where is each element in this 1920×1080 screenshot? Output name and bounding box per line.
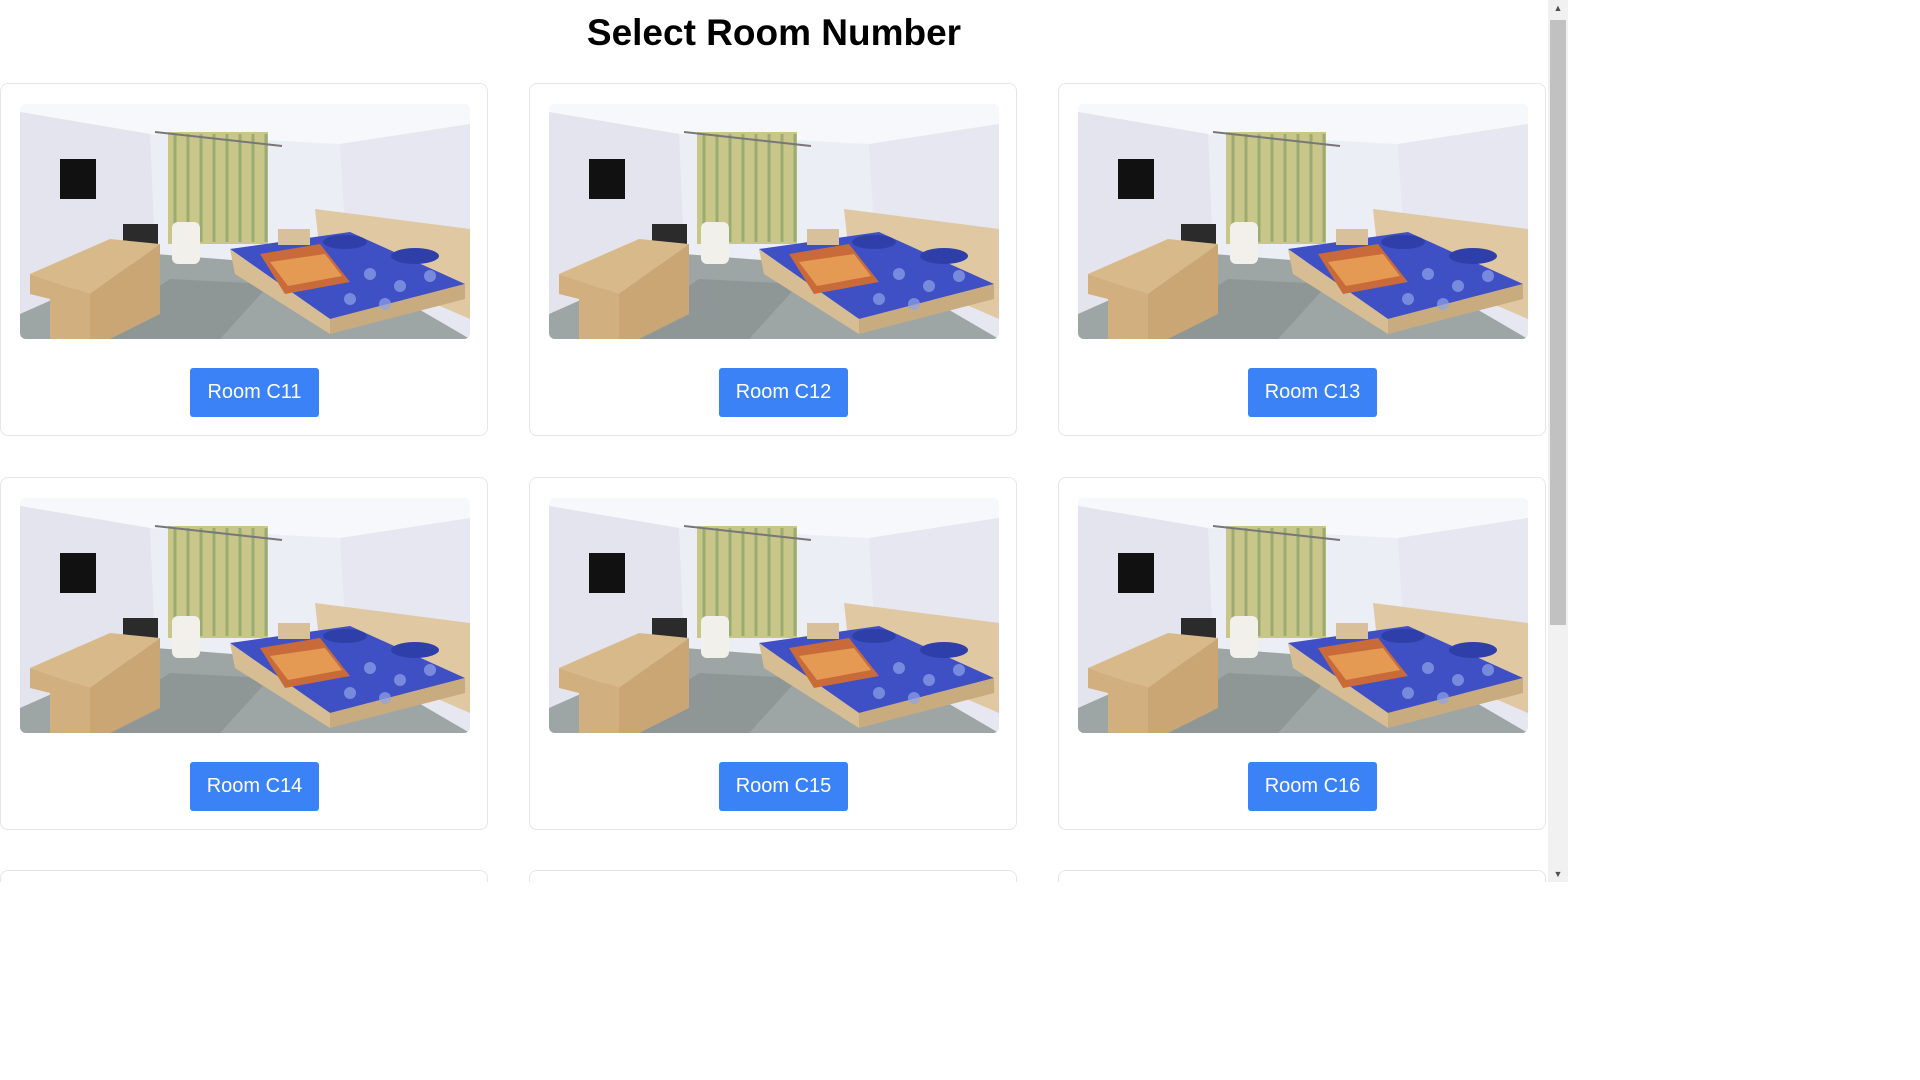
- room-card-partial: [0, 870, 488, 882]
- room-card: Room C16: [1058, 477, 1546, 830]
- room-photo: [549, 104, 999, 339]
- page-title: Select Room Number: [586, 12, 962, 53]
- scroll-up-arrow-icon[interactable]: ▲: [1548, 0, 1568, 16]
- room-photo: [1078, 498, 1528, 733]
- room-card: Room C12: [529, 83, 1017, 436]
- room-c14-button[interactable]: Room C14: [190, 762, 319, 811]
- room-card: Room C11: [0, 83, 488, 436]
- room-photo: [20, 498, 470, 733]
- room-card: Room C15: [529, 477, 1017, 830]
- room-c16-button[interactable]: Room C16: [1248, 762, 1377, 811]
- vertical-scrollbar[interactable]: ▲ ▼: [1548, 0, 1568, 882]
- room-photo: [1078, 104, 1528, 339]
- room-c12-button[interactable]: Room C12: [719, 368, 848, 417]
- room-c15-button[interactable]: Room C15: [719, 762, 848, 811]
- room-photo: [549, 498, 999, 733]
- room-card-partial: [529, 870, 1017, 882]
- room-photo: [20, 104, 470, 339]
- scroll-thumb[interactable]: [1550, 20, 1566, 625]
- room-card: Room C14: [0, 477, 488, 830]
- scroll-down-arrow-icon[interactable]: ▼: [1548, 866, 1568, 882]
- room-card-partial: [1058, 870, 1546, 882]
- room-card: Room C13: [1058, 83, 1546, 436]
- page: Select Room Number Room C11 Room C12 Roo…: [0, 0, 1548, 882]
- room-c13-button[interactable]: Room C13: [1248, 368, 1377, 417]
- room-c11-button[interactable]: Room C11: [190, 368, 319, 417]
